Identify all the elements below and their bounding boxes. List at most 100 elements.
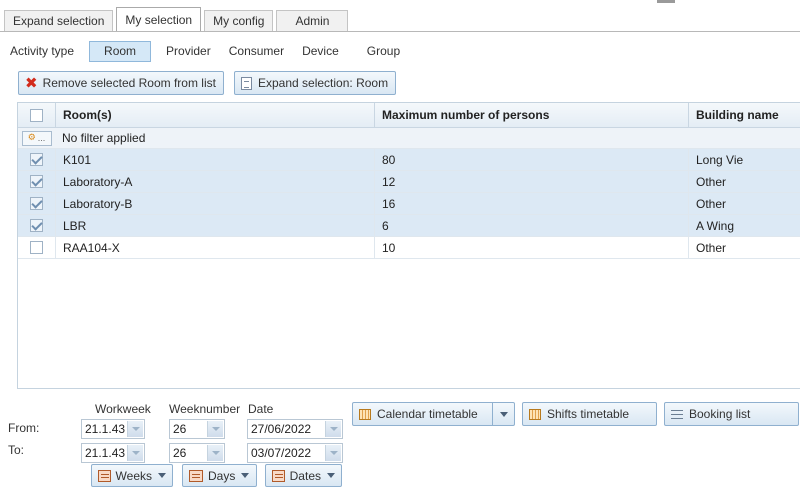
weeknumber-header: Weeknumber bbox=[169, 402, 241, 416]
building-cell: Other bbox=[688, 237, 800, 258]
subtab-provider[interactable]: Provider bbox=[159, 41, 218, 62]
caret-down-icon bbox=[241, 473, 250, 478]
max-persons-cell: 12 bbox=[374, 171, 688, 192]
from-weeknumber-select[interactable]: 26 bbox=[169, 419, 225, 439]
to-workweek-value: 21.1.43 bbox=[85, 446, 126, 460]
column-header-max-persons[interactable]: Maximum number of persons bbox=[374, 103, 688, 127]
max-persons-cell: 6 bbox=[374, 215, 688, 236]
main-tabs: Expand selection My selection My config … bbox=[4, 7, 351, 32]
room-cell: LBR bbox=[55, 215, 374, 236]
calendar-timetable-button[interactable]: Calendar timetable bbox=[352, 402, 515, 426]
tab-expand-selection[interactable]: Expand selection bbox=[4, 10, 114, 32]
room-cell: RAA104-X bbox=[55, 237, 374, 258]
weeks-icon bbox=[98, 469, 111, 482]
filter-button[interactable]: ⚙... bbox=[21, 130, 52, 146]
row-select-cell bbox=[18, 215, 55, 236]
calendar-timetable-label: Calendar timetable bbox=[377, 407, 478, 421]
dates-button[interactable]: Dates bbox=[265, 464, 342, 487]
column-header-building[interactable]: Building name bbox=[688, 103, 800, 127]
dates-icon bbox=[272, 469, 285, 482]
shifts-timetable-label: Shifts timetable bbox=[547, 407, 630, 421]
tab-my-selection[interactable]: My selection bbox=[116, 7, 202, 32]
filter-status: No filter applied bbox=[62, 131, 146, 145]
days-button[interactable]: Days bbox=[182, 464, 257, 487]
to-label: To: bbox=[8, 443, 25, 457]
window-corner-mark bbox=[657, 0, 675, 3]
table-row[interactable]: K101 80 Long Vie bbox=[18, 149, 800, 171]
workweek-header: Workweek bbox=[95, 402, 151, 416]
filter-row: ⚙... No filter applied bbox=[18, 128, 800, 149]
filter-button-cell: ⚙... bbox=[18, 128, 55, 148]
max-persons-cell: 10 bbox=[374, 237, 688, 258]
booking-list-button[interactable]: Booking list bbox=[664, 402, 799, 426]
subtab-consumer[interactable]: Consumer bbox=[222, 41, 291, 62]
filter-icon: ⚙ bbox=[27, 133, 36, 143]
subtab-room[interactable]: Room bbox=[89, 40, 152, 62]
table-row[interactable]: Laboratory-B 16 Other bbox=[18, 193, 800, 215]
to-weeknumber-select[interactable]: 26 bbox=[169, 443, 225, 463]
chevron-down-icon[interactable] bbox=[127, 421, 143, 437]
expand-selection-label: Expand selection: Room bbox=[258, 76, 389, 90]
chevron-down-icon[interactable] bbox=[325, 421, 341, 437]
row-checkbox[interactable] bbox=[30, 241, 43, 254]
select-all-checkbox[interactable] bbox=[30, 108, 43, 122]
from-workweek-value: 21.1.43 bbox=[85, 422, 126, 436]
row-select-cell bbox=[18, 171, 55, 192]
remove-selected-label: Remove selected Room from list bbox=[42, 76, 216, 90]
room-cell: Laboratory-B bbox=[55, 193, 374, 214]
list-icon bbox=[671, 409, 683, 419]
building-cell: Long Vie bbox=[688, 149, 800, 170]
table-row[interactable]: Laboratory-A 12 Other bbox=[18, 171, 800, 193]
max-persons-cell: 16 bbox=[374, 193, 688, 214]
building-cell: A Wing bbox=[688, 215, 800, 236]
subtab-group[interactable]: Group bbox=[360, 41, 407, 62]
weeks-button[interactable]: Weeks bbox=[91, 464, 173, 487]
from-label: From: bbox=[8, 421, 40, 435]
calendar-icon bbox=[359, 408, 371, 420]
object-type-tabs: Activity type Room Provider Consumer Dev… bbox=[9, 40, 411, 62]
building-cell: Other bbox=[688, 193, 800, 214]
remove-selected-button[interactable]: ✖ Remove selected Room from list bbox=[18, 71, 224, 95]
subtab-activity-type[interactable]: Activity type bbox=[9, 41, 81, 62]
row-checkbox[interactable] bbox=[30, 197, 43, 210]
table-row[interactable]: RAA104-X 10 Other bbox=[18, 237, 800, 259]
row-checkbox[interactable] bbox=[30, 153, 43, 166]
chevron-down-icon[interactable] bbox=[325, 445, 341, 461]
from-weeknumber-value: 26 bbox=[173, 422, 187, 436]
tab-admin[interactable]: Admin bbox=[276, 10, 349, 32]
grid-header: Room(s) Maximum number of persons Buildi… bbox=[18, 103, 800, 128]
to-weeknumber-value: 26 bbox=[173, 446, 187, 460]
select-all-cell bbox=[18, 103, 55, 127]
booking-list-label: Booking list bbox=[689, 407, 751, 421]
subtab-device[interactable]: Device bbox=[295, 41, 346, 62]
to-date-value: 03/07/2022 bbox=[251, 446, 312, 460]
days-label: Days bbox=[208, 468, 236, 483]
to-date-field[interactable]: 03/07/2022 bbox=[247, 443, 343, 463]
room-cell: Laboratory-A bbox=[55, 171, 374, 192]
shifts-timetable-button[interactable]: Shifts timetable bbox=[522, 402, 657, 426]
chevron-down-icon[interactable] bbox=[127, 445, 143, 461]
calendar-dropdown-toggle[interactable] bbox=[492, 403, 514, 425]
caret-down-icon bbox=[499, 411, 508, 417]
row-select-cell bbox=[18, 237, 55, 258]
expand-selection-button[interactable]: Expand selection: Room bbox=[234, 71, 396, 95]
room-grid: Room(s) Maximum number of persons Buildi… bbox=[17, 102, 800, 389]
tab-my-config[interactable]: My config bbox=[204, 10, 274, 32]
from-date-field[interactable]: 27/06/2022 bbox=[247, 419, 343, 439]
row-checkbox[interactable] bbox=[30, 175, 43, 188]
chevron-down-icon[interactable] bbox=[207, 421, 223, 437]
days-icon bbox=[189, 469, 203, 482]
filter-button-label: ... bbox=[37, 133, 46, 143]
to-workweek-select[interactable]: 21.1.43 bbox=[81, 443, 145, 463]
table-row[interactable]: LBR 6 A Wing bbox=[18, 215, 800, 237]
from-workweek-select[interactable]: 21.1.43 bbox=[81, 419, 145, 439]
weeks-label: Weeks bbox=[115, 468, 152, 483]
row-checkbox[interactable] bbox=[30, 219, 43, 232]
calendar-icon bbox=[529, 408, 541, 420]
column-header-rooms[interactable]: Room(s) bbox=[55, 103, 374, 127]
remove-icon: ✖ bbox=[25, 73, 38, 92]
room-cell: K101 bbox=[55, 149, 374, 170]
building-cell: Other bbox=[688, 171, 800, 192]
chevron-down-icon[interactable] bbox=[207, 445, 223, 461]
date-header: Date bbox=[248, 402, 274, 416]
